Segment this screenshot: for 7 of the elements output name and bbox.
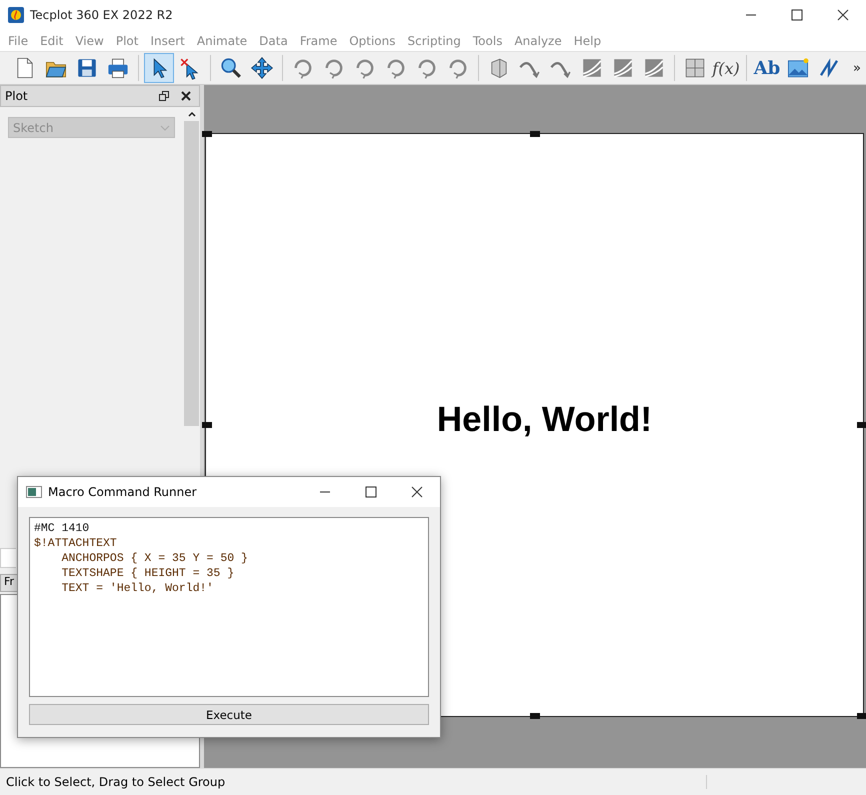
dialog-title: Macro Command Runner	[48, 485, 198, 499]
status-text: Click to Select, Drag to Select Group	[0, 775, 707, 789]
code-line: #MC 1410	[34, 521, 90, 536]
code-line: $!ATTACHTEXT	[34, 536, 118, 551]
frame-label: Fr	[0, 574, 17, 592]
window-title: Tecplot 360 EX 2022 R2	[30, 8, 174, 22]
panel-title: Plot	[5, 89, 29, 103]
